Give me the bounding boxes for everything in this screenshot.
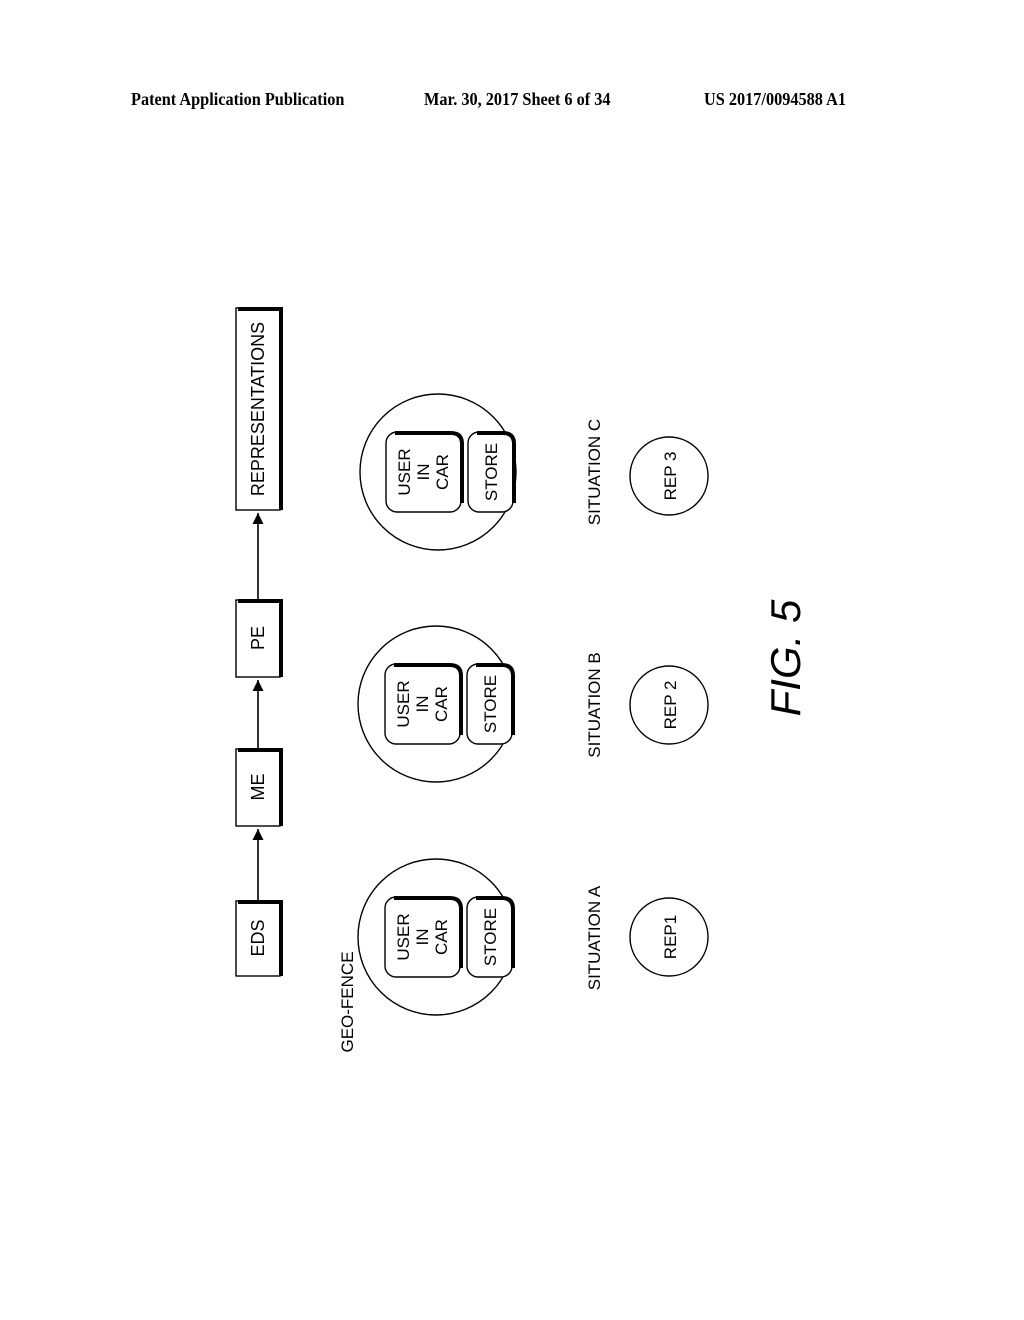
pipeline-label-pe: PE: [248, 626, 268, 650]
user-in-car-box: USER IN CAR: [384, 896, 463, 978]
user-box-line-2: IN: [413, 929, 432, 946]
geofence-label: GEO-FENCE: [338, 951, 357, 1052]
pipeline-box-eds: EDS: [235, 900, 283, 977]
representation-label: REP 2: [661, 681, 680, 730]
pipeline-label-representations: REPRESENTATIONS: [248, 322, 268, 496]
pipeline-label-me: ME: [248, 774, 268, 801]
situation-c: USER IN CAR STORE SITUATION C REP 3: [359, 393, 709, 551]
store-label: STORE: [481, 908, 500, 966]
pipeline-box-pe: PE: [235, 599, 283, 678]
figure-caption: FIG. 5: [762, 599, 809, 716]
pipeline-label-eds: EDS: [248, 919, 268, 956]
pipeline-box-me: ME: [235, 748, 283, 827]
user-box-line-1: USER: [394, 913, 413, 960]
user-in-car-box: USER IN CAR: [384, 663, 463, 745]
situation-a: USER IN CAR STORE SITUATION A REP1: [357, 858, 709, 1016]
user-box-line-2: IN: [413, 696, 432, 713]
situation-label: SITUATION C: [585, 419, 604, 525]
pipeline-box-representations: REPRESENTATIONS: [235, 307, 283, 511]
situation-b: USER IN CAR STORE SITUATION B REP 2: [357, 625, 709, 783]
user-box-line-1: USER: [394, 680, 413, 727]
store-label: STORE: [481, 675, 500, 733]
situation-label: SITUATION B: [585, 652, 604, 757]
user-box-line-3: CAR: [432, 686, 451, 722]
figure-5-diagram: EDS ME PE REPRESENTATIONS GEO-FENCE USER…: [235, 307, 809, 1053]
situation-label: SITUATION A: [585, 885, 604, 990]
user-in-car-box: USER IN CAR: [385, 431, 464, 513]
representation-label: REP 3: [661, 452, 680, 501]
store-box: STORE: [467, 431, 516, 513]
user-box-line-3: CAR: [433, 454, 452, 490]
user-box-line-3: CAR: [432, 919, 451, 955]
user-box-line-1: USER: [395, 448, 414, 495]
representation-label: REP1: [661, 915, 680, 959]
store-box: STORE: [466, 663, 515, 745]
user-box-line-2: IN: [414, 464, 433, 481]
store-box: STORE: [466, 896, 515, 978]
store-label: STORE: [482, 443, 501, 501]
